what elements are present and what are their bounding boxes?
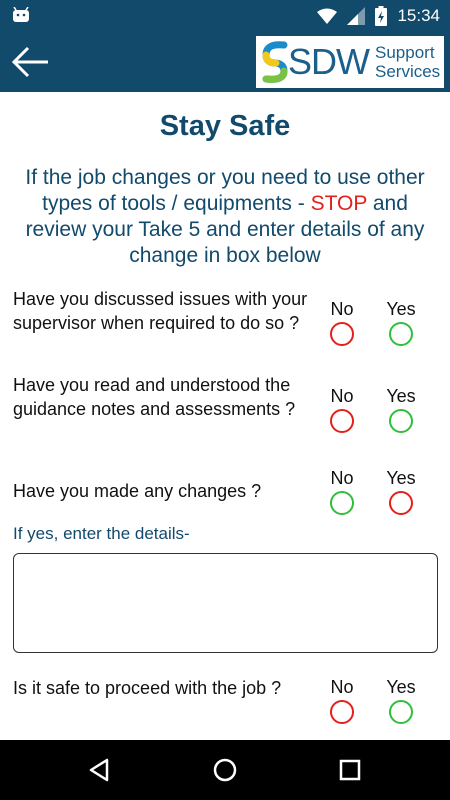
question-1-text: Have you discussed issues with your supe… — [13, 289, 308, 333]
status-bar: 15:34 — [0, 0, 450, 32]
circle-home-icon — [213, 758, 237, 782]
question-4-text: Is it safe to proceed with the job ? — [13, 678, 282, 698]
square-recents-icon — [339, 759, 361, 781]
question-2-no-label: No — [330, 386, 354, 406]
wifi-icon — [317, 8, 338, 24]
details-label: If yes, enter the details- — [13, 524, 190, 543]
question-2-no-radio[interactable] — [330, 409, 354, 433]
signal-icon — [347, 7, 366, 25]
logo-brand: SDW — [288, 41, 370, 82]
question-3-yes-radio[interactable] — [389, 491, 413, 515]
question-2-yes-radio[interactable] — [389, 409, 413, 433]
logo-tagline-support: Support — [375, 43, 435, 62]
stop-word: STOP — [310, 192, 367, 215]
question-4-no-label: No — [330, 677, 354, 697]
question-4-yes-label: Yes — [386, 677, 416, 697]
question-4-yes-radio[interactable] — [389, 700, 413, 724]
form-content: Stay Safe If the job changes or you need… — [0, 92, 450, 740]
question-3-yes-label: Yes — [386, 468, 416, 488]
page-title: Stay Safe — [159, 110, 291, 142]
logo-tagline-services: Services — [375, 62, 441, 81]
battery-charging-icon — [375, 6, 388, 26]
company-logo: SDW Support Services — [256, 36, 444, 88]
nav-home-button[interactable] — [210, 755, 240, 785]
question-1-yes-radio[interactable] — [389, 322, 413, 346]
android-icon — [13, 7, 29, 22]
logo-mark-icon — [262, 41, 288, 83]
back-button[interactable] — [8, 44, 52, 80]
question-1-no-label: No — [330, 299, 354, 319]
clock: 15:34 — [397, 6, 440, 25]
instruction-text: If the job changes or you need to use ot… — [10, 165, 440, 269]
question-2-text: Have you read and understood the guidanc… — [13, 375, 296, 419]
question-1-no-radio[interactable] — [330, 322, 354, 346]
navigation-bar — [0, 740, 450, 800]
triangle-back-icon — [89, 758, 109, 782]
question-2-yes-label: Yes — [386, 386, 416, 406]
nav-back-button[interactable] — [85, 755, 115, 785]
question-4-no-radio[interactable] — [330, 700, 354, 724]
nav-recents-button[interactable] — [335, 755, 365, 785]
app-bar: SDW Support Services — [0, 32, 450, 92]
arrow-left-icon — [11, 46, 48, 78]
question-3-no-radio[interactable] — [330, 491, 354, 515]
details-input[interactable] — [13, 553, 438, 653]
question-3-no-label: No — [330, 468, 354, 488]
question-3-text: Have you made any changes ? — [13, 481, 262, 501]
question-1-yes-label: Yes — [386, 299, 416, 319]
